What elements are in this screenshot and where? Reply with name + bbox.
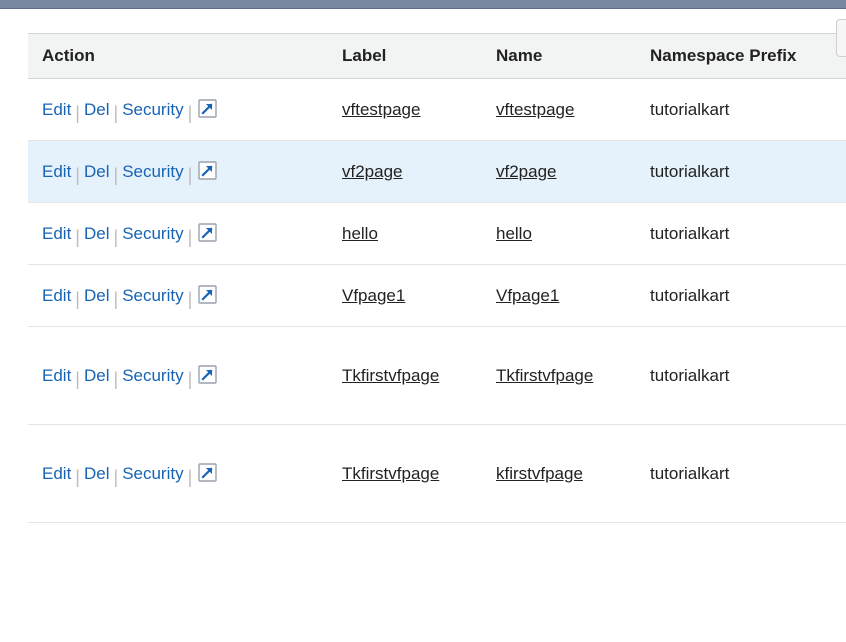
label-link[interactable]: Tkfirstvfpage <box>342 464 439 483</box>
edit-link[interactable]: Edit <box>42 286 71 305</box>
open-new-window-icon[interactable] <box>198 365 217 384</box>
open-new-window-icon[interactable] <box>198 285 217 304</box>
cell-name: vf2page <box>482 141 636 203</box>
name-link[interactable]: Vfpage1 <box>496 286 559 305</box>
action-separator: | <box>110 467 123 487</box>
cell-name: kfirstvfpage <box>482 425 636 523</box>
label-link[interactable]: Tkfirstvfpage <box>342 366 439 385</box>
edit-link[interactable]: Edit <box>42 100 71 119</box>
cell-action: Edit|Del|Security| <box>28 203 328 265</box>
security-link[interactable]: Security <box>122 224 183 243</box>
table-row: Edit|Del|Security| TkfirstvfpageTkfirstv… <box>28 327 846 425</box>
cell-name: Vfpage1 <box>482 265 636 327</box>
table-body: Edit|Del|Security| vftestpagevftestpaget… <box>28 79 846 523</box>
security-link[interactable]: Security <box>122 100 183 119</box>
action-separator: | <box>184 369 197 389</box>
action-separator: | <box>184 289 197 309</box>
action-separator: | <box>110 227 123 247</box>
col-header-name[interactable]: Name <box>482 34 636 79</box>
edit-link[interactable]: Edit <box>42 366 71 385</box>
open-new-window-icon[interactable] <box>198 161 217 180</box>
cell-label: Tkfirstvfpage <box>328 327 482 425</box>
table-row: Edit|Del|Security| vf2pagevf2pagetutoria… <box>28 141 846 203</box>
name-link[interactable]: vftestpage <box>496 100 574 119</box>
action-separator: | <box>71 467 84 487</box>
action-separator: | <box>71 369 84 389</box>
del-link[interactable]: Del <box>84 162 110 181</box>
open-new-window-icon[interactable] <box>198 463 217 482</box>
del-link[interactable]: Del <box>84 286 110 305</box>
action-separator: | <box>184 103 197 123</box>
cell-action: Edit|Del|Security| <box>28 79 328 141</box>
del-link[interactable]: Del <box>84 100 110 119</box>
action-separator: | <box>110 369 123 389</box>
cell-label: Vfpage1 <box>328 265 482 327</box>
table-row: Edit|Del|Security| vftestpagevftestpaget… <box>28 79 846 141</box>
label-link[interactable]: vf2page <box>342 162 403 181</box>
action-separator: | <box>71 165 84 185</box>
cell-namespace: tutorialkart <box>636 79 846 141</box>
button-stub[interactable] <box>836 19 846 57</box>
action-separator: | <box>71 289 84 309</box>
table-header: Action Label Name Namespace Prefix <box>28 34 846 79</box>
cell-name: vftestpage <box>482 79 636 141</box>
name-link[interactable]: hello <box>496 224 532 243</box>
action-separator: | <box>71 227 84 247</box>
cell-namespace: tutorialkart <box>636 265 846 327</box>
edit-link[interactable]: Edit <box>42 162 71 181</box>
cell-action: Edit|Del|Security| <box>28 425 328 523</box>
cell-action: Edit|Del|Security| <box>28 141 328 203</box>
del-link[interactable]: Del <box>84 464 110 483</box>
name-link[interactable]: Tkfirstvfpage <box>496 366 593 385</box>
cell-name: Tkfirstvfpage <box>482 327 636 425</box>
edit-link[interactable]: Edit <box>42 464 71 483</box>
action-separator: | <box>184 227 197 247</box>
cell-namespace: tutorialkart <box>636 203 846 265</box>
cell-label: vf2page <box>328 141 482 203</box>
col-header-action[interactable]: Action <box>28 34 328 79</box>
del-link[interactable]: Del <box>84 366 110 385</box>
table-row: Edit|Del|Security| Tkfirstvfpagekfirstvf… <box>28 425 846 523</box>
table-row: Edit|Del|Security| Vfpage1Vfpage1tutoria… <box>28 265 846 327</box>
cell-namespace: tutorialkart <box>636 327 846 425</box>
name-link[interactable]: kfirstvfpage <box>496 464 583 483</box>
cell-action: Edit|Del|Security| <box>28 265 328 327</box>
security-link[interactable]: Security <box>122 464 183 483</box>
cell-namespace: tutorialkart <box>636 141 846 203</box>
col-header-namespace[interactable]: Namespace Prefix <box>636 34 846 79</box>
cell-action: Edit|Del|Security| <box>28 327 328 425</box>
action-separator: | <box>184 467 197 487</box>
cell-label: hello <box>328 203 482 265</box>
cell-label: vftestpage <box>328 79 482 141</box>
action-separator: | <box>110 165 123 185</box>
open-new-window-icon[interactable] <box>198 223 217 242</box>
del-link[interactable]: Del <box>84 224 110 243</box>
edit-link[interactable]: Edit <box>42 224 71 243</box>
action-separator: | <box>184 165 197 185</box>
open-new-window-icon[interactable] <box>198 99 217 118</box>
security-link[interactable]: Security <box>122 366 183 385</box>
cell-namespace: tutorialkart <box>636 425 846 523</box>
security-link[interactable]: Security <box>122 162 183 181</box>
cell-label: Tkfirstvfpage <box>328 425 482 523</box>
action-separator: | <box>110 289 123 309</box>
top-bar <box>0 0 846 9</box>
label-link[interactable]: Vfpage1 <box>342 286 405 305</box>
label-link[interactable]: vftestpage <box>342 100 420 119</box>
pages-table: Action Label Name Namespace Prefix Edit|… <box>28 33 846 523</box>
name-link[interactable]: vf2page <box>496 162 557 181</box>
cell-name: hello <box>482 203 636 265</box>
label-link[interactable]: hello <box>342 224 378 243</box>
action-separator: | <box>71 103 84 123</box>
action-separator: | <box>110 103 123 123</box>
page-content: Action Label Name Namespace Prefix Edit|… <box>0 9 846 523</box>
table-row: Edit|Del|Security| hellohellotutorialkar… <box>28 203 846 265</box>
security-link[interactable]: Security <box>122 286 183 305</box>
col-header-label[interactable]: Label <box>328 34 482 79</box>
